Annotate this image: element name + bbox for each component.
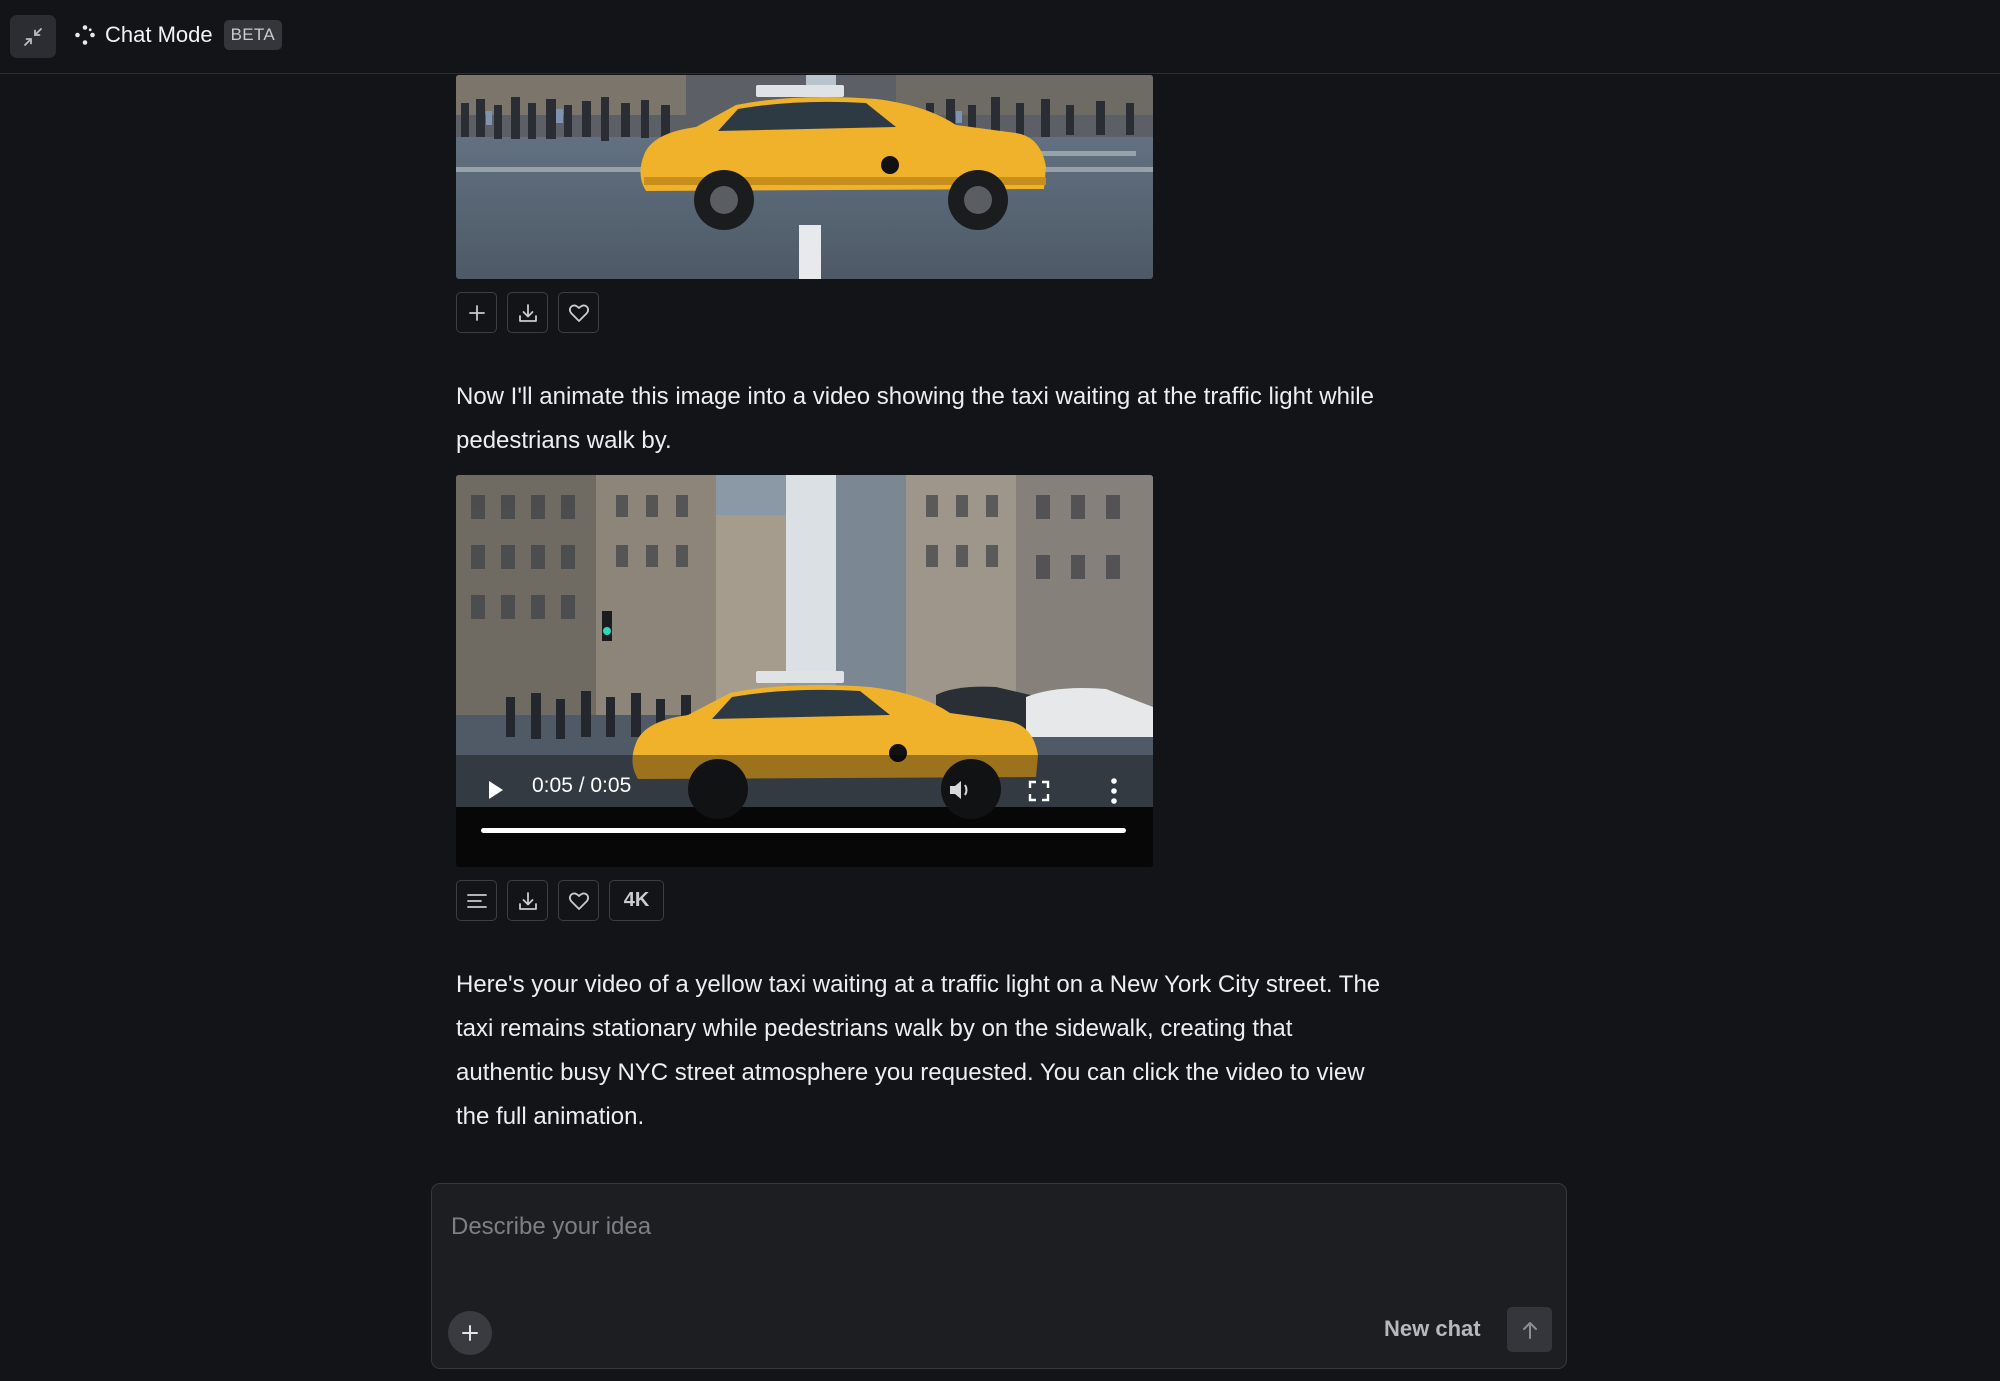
collapse-button[interactable] xyxy=(10,15,56,58)
assistant-message: Now I'll animate this image into a video… xyxy=(456,383,1374,454)
favorite-button[interactable] xyxy=(558,292,599,333)
download-icon xyxy=(518,891,537,910)
assistant-message: Here's your video of a yellow taxi waiti… xyxy=(456,971,1381,1130)
taxi-image xyxy=(456,75,1153,279)
video-time: 0:05 / 0:05 xyxy=(532,774,632,797)
text-lines-icon xyxy=(466,893,487,908)
video-progress-bar[interactable] xyxy=(481,828,1126,833)
composer: New chat xyxy=(431,1183,1567,1369)
download-button[interactable] xyxy=(507,292,548,333)
top-bar: Chat Mode BETA xyxy=(0,0,2000,74)
plus-icon xyxy=(462,1325,478,1341)
arrow-up-icon xyxy=(1522,1321,1537,1339)
add-button[interactable] xyxy=(456,292,497,333)
attach-button[interactable] xyxy=(448,1311,492,1355)
prompt-details-button[interactable] xyxy=(456,880,497,921)
upscale-4k-button[interactable]: 4K xyxy=(609,880,664,921)
volume-icon[interactable] xyxy=(948,778,974,802)
prompt-input[interactable] xyxy=(449,1206,1533,1248)
favorite-button[interactable] xyxy=(558,880,599,921)
page-title: Chat Mode xyxy=(105,22,213,47)
fullscreen-icon[interactable] xyxy=(1028,780,1050,802)
download-icon xyxy=(518,303,537,322)
sparkle-dots-icon xyxy=(75,25,95,45)
new-chat-button[interactable]: New chat xyxy=(1384,1316,1481,1342)
video-controls: 0:05 / 0:05 xyxy=(456,760,1153,866)
more-options-icon[interactable] xyxy=(1110,778,1118,804)
beta-badge: BETA xyxy=(223,20,282,50)
generated-image[interactable] xyxy=(456,75,1153,279)
send-button[interactable] xyxy=(1507,1307,1552,1352)
play-icon[interactable] xyxy=(488,780,504,800)
heart-icon xyxy=(568,304,589,322)
download-button[interactable] xyxy=(507,880,548,921)
collapse-arrows-icon xyxy=(24,27,42,46)
brand: Chat Mode BETA xyxy=(74,20,282,50)
heart-icon xyxy=(568,892,589,910)
plus-icon xyxy=(468,304,485,321)
